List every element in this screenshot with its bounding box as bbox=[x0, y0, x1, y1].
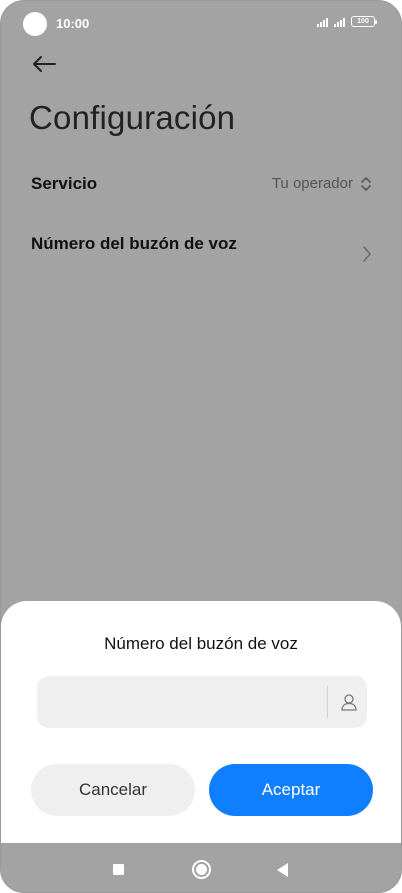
up-down-chevron-icon bbox=[361, 177, 371, 191]
dialog-title: Número del buzón de voz bbox=[104, 634, 298, 653]
page-title: Configuración bbox=[29, 99, 236, 136]
signal-icon bbox=[317, 17, 328, 27]
status-time: 10:00 bbox=[56, 16, 90, 31]
voicemail-number-dialog: Número del buzón de voz Cancelar Aceptar bbox=[1, 601, 401, 843]
service-label: Servicio bbox=[31, 174, 98, 193]
voicemail-number-field bbox=[37, 676, 367, 728]
chevron-right-icon bbox=[363, 246, 371, 262]
triangle-back-icon[interactable] bbox=[277, 863, 288, 877]
signal-icon bbox=[334, 17, 345, 27]
service-setting-row[interactable]: Servicio Tu operador bbox=[1, 164, 401, 204]
voicemail-number-input[interactable] bbox=[37, 676, 325, 728]
battery-icon: 100 bbox=[351, 16, 377, 27]
arrow-left-icon bbox=[33, 56, 56, 72]
input-divider bbox=[327, 686, 328, 718]
square-icon[interactable] bbox=[113, 864, 124, 875]
person-icon[interactable] bbox=[339, 692, 359, 712]
phone-screen: 10:00 100 Configuración Servicio Tu oper… bbox=[0, 0, 402, 893]
camera-cutout bbox=[23, 12, 47, 36]
status-bar: 10:00 100 bbox=[1, 1, 401, 45]
back-button[interactable] bbox=[29, 51, 59, 77]
service-value: Tu operador bbox=[271, 175, 353, 192]
accept-button[interactable]: Aceptar bbox=[209, 764, 373, 816]
status-icons: 100 bbox=[317, 16, 377, 27]
voicemail-number-setting-row[interactable]: Número del buzón de voz bbox=[1, 224, 401, 264]
voicemail-number-label: Número del buzón de voz bbox=[31, 234, 237, 253]
navigation-bar bbox=[1, 843, 401, 892]
circle-icon[interactable] bbox=[192, 860, 211, 879]
cancel-button[interactable]: Cancelar bbox=[31, 764, 195, 816]
